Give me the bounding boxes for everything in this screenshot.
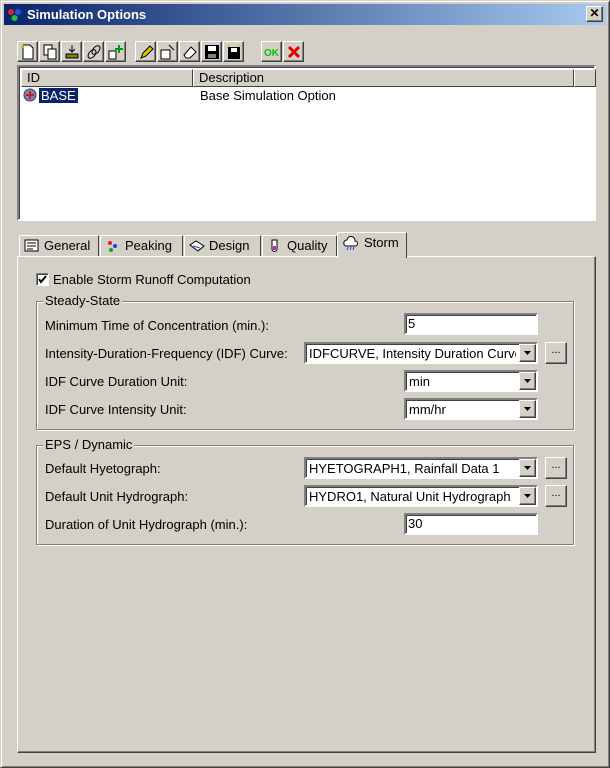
edit-icon <box>140 45 154 59</box>
chevron-down-icon <box>524 379 531 383</box>
unit-hydrograph-label: Default Unit Hydrograph: <box>45 489 189 504</box>
import-icon <box>65 45 79 59</box>
close-button[interactable]: ✕ <box>586 6 603 22</box>
erase-icon <box>183 46 197 59</box>
add-button[interactable] <box>105 41 126 62</box>
ok-icon: OK <box>264 48 280 59</box>
cancel-icon <box>287 45 301 59</box>
design-icon <box>189 240 205 252</box>
intensity-unit-label: IDF Curve Intensity Unit: <box>45 402 187 417</box>
hydrograph-duration-label: Duration of Unit Hydrograph (min.): <box>45 517 248 532</box>
chevron-down-icon <box>524 407 531 411</box>
tab-quality-label: Quality <box>287 238 328 253</box>
tab-strip: General Peaking Design Quality Storm <box>17 232 596 258</box>
unit-hydrograph-value: HYDRO1, Natural Unit Hydrograph <box>309 489 511 504</box>
ok-button[interactable]: OK <box>261 41 282 62</box>
new-icon <box>20 44 34 60</box>
link-button[interactable] <box>83 41 104 62</box>
intensity-unit-select[interactable]: mm/hr <box>404 398 538 420</box>
general-icon <box>24 239 39 252</box>
row-description: Base Simulation Option <box>200 88 336 103</box>
idf-curve-select[interactable]: IDFCURVE, Intensity Duration Curve <box>304 342 538 364</box>
duration-unit-dropdown-button[interactable] <box>519 372 536 390</box>
window-title: Simulation Options <box>27 7 147 22</box>
simulation-list[interactable]: ID Description BASE Base Simulation Opti… <box>17 65 596 221</box>
import-button[interactable] <box>61 41 82 62</box>
save-icon <box>205 45 219 59</box>
unit-hydrograph-select[interactable]: HYDRO1, Natural Unit Hydrograph <box>304 485 538 507</box>
new-button[interactable] <box>17 41 38 62</box>
eps-dynamic-title: EPS / Dynamic <box>43 437 135 452</box>
tab-design[interactable]: Design <box>184 235 261 257</box>
tab-peaking-label: Peaking <box>125 238 172 253</box>
min-time-label: Minimum Time of Concentration (min.): <box>45 318 269 333</box>
unit-hydrograph-dropdown-button[interactable] <box>519 487 536 505</box>
tab-general-label: General <box>44 238 91 253</box>
row-id: BASE <box>39 88 78 103</box>
simulation-icon <box>23 88 37 102</box>
idf-curve-dropdown-button[interactable] <box>519 344 536 362</box>
cancel-button[interactable] <box>283 41 304 62</box>
title-bar[interactable]: Simulation Options ✕ <box>4 4 606 25</box>
duplicate-button[interactable] <box>39 41 60 62</box>
chevron-down-icon <box>524 351 531 355</box>
erase-button[interactable] <box>179 41 200 62</box>
hyetograph-select[interactable]: HYETOGRAPH1, Rainfall Data 1 <box>304 457 538 479</box>
link-icon <box>87 45 101 59</box>
check-icon <box>38 275 47 284</box>
list-item[interactable]: BASE Base Simulation Option <box>21 87 592 105</box>
duplicate-icon <box>43 44 57 60</box>
rename-button[interactable] <box>157 41 178 62</box>
idf-curve-browse-button[interactable]: ... <box>545 342 567 364</box>
rename-icon <box>160 44 175 60</box>
steady-state-title: Steady-State <box>43 293 123 308</box>
enable-storm-checkbox[interactable] <box>36 273 49 286</box>
hyetograph-browse-button[interactable]: ... <box>545 457 567 479</box>
duration-unit-select[interactable]: min <box>404 370 538 392</box>
save-all-button[interactable] <box>223 41 244 62</box>
idf-curve-value: IDFCURVE, Intensity Duration Curve <box>309 346 516 361</box>
save-all-icon <box>226 44 242 59</box>
chevron-down-icon <box>524 466 531 470</box>
storm-icon <box>343 236 358 250</box>
svg-text:OK: OK <box>264 48 280 59</box>
hyetograph-value: HYETOGRAPH1, Rainfall Data 1 <box>309 461 500 476</box>
add-icon <box>108 45 123 60</box>
hyetograph-dropdown-button[interactable] <box>519 459 536 477</box>
column-header-filler <box>574 69 596 87</box>
tab-peaking[interactable]: Peaking <box>100 235 183 257</box>
idf-curve-label: Intensity-Duration-Frequency (IDF) Curve… <box>45 346 288 361</box>
intensity-unit-dropdown-button[interactable] <box>519 400 536 418</box>
close-icon: ✕ <box>589 6 600 20</box>
simulation-options-window: Simulation Options ✕ OK ID Description B… <box>0 0 610 768</box>
intensity-unit-value: mm/hr <box>409 402 446 417</box>
hydrograph-duration-input[interactable]: 30 <box>404 513 538 535</box>
duration-unit-value: min <box>409 374 430 389</box>
quality-icon <box>271 239 278 252</box>
tab-design-label: Design <box>209 238 250 253</box>
duration-unit-label: IDF Curve Duration Unit: <box>45 374 188 389</box>
edit-button[interactable] <box>135 41 156 62</box>
unit-hydrograph-browse-button[interactable]: ... <box>545 485 567 507</box>
column-header-description[interactable]: Description <box>193 69 574 87</box>
peaking-icon <box>108 241 117 252</box>
hyetograph-label: Default Hyetograph: <box>45 461 161 476</box>
app-icon <box>8 9 21 21</box>
tab-quality[interactable]: Quality <box>262 235 337 257</box>
min-time-input[interactable]: 5 <box>404 313 538 335</box>
column-header-id[interactable]: ID <box>21 69 193 87</box>
tab-general[interactable]: General <box>19 235 99 257</box>
tab-storm[interactable]: Storm <box>337 232 407 258</box>
save-button[interactable] <box>201 41 222 62</box>
enable-storm-label: Enable Storm Runoff Computation <box>53 272 251 287</box>
chevron-down-icon <box>524 494 531 498</box>
list-header: ID Description <box>21 69 596 87</box>
tab-storm-label: Storm <box>364 235 399 250</box>
